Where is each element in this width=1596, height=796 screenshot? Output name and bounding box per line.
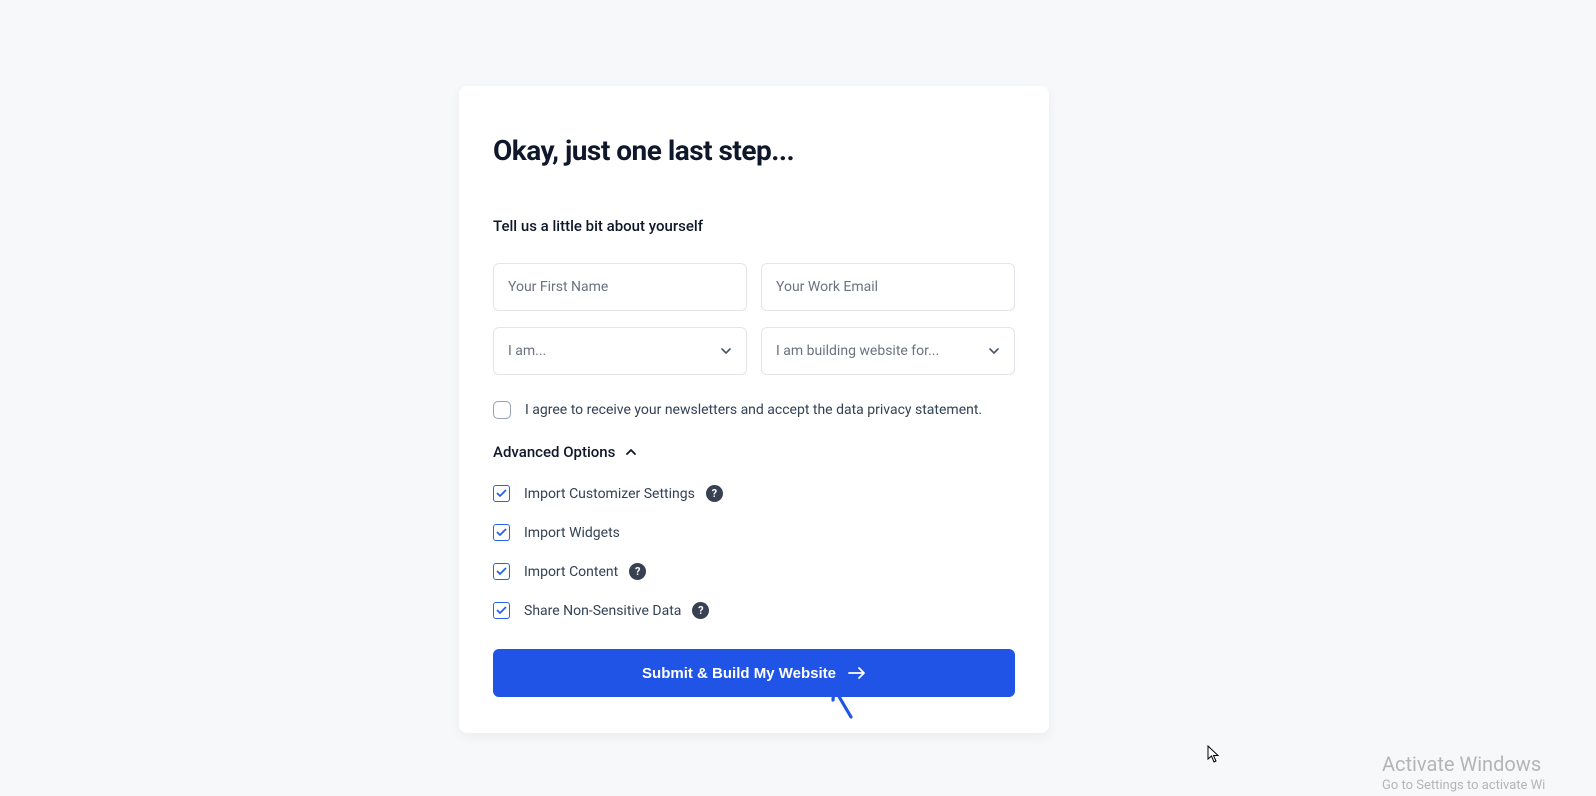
- option-label: Import Content: [524, 564, 618, 580]
- option-checkbox[interactable]: [493, 563, 510, 580]
- chevron-down-icon: [720, 345, 732, 357]
- email-input[interactable]: [761, 263, 1015, 311]
- consent-text: I agree to receive your newsletters and …: [525, 402, 982, 418]
- cursor-icon: [1207, 745, 1221, 763]
- arrow-right-icon: [848, 666, 866, 680]
- watermark-title: Activate Windows: [1382, 752, 1541, 776]
- building-for-select-label: I am building website for...: [776, 343, 939, 359]
- role-select-label: I am...: [508, 343, 546, 359]
- chevron-down-icon: [988, 345, 1000, 357]
- option-row: Import Content?: [493, 563, 1015, 580]
- option-row: Import Widgets: [493, 524, 1015, 541]
- help-icon[interactable]: ?: [629, 563, 646, 580]
- role-select[interactable]: I am...: [493, 327, 747, 375]
- form-card: Okay, just one last step... Tell us a li…: [459, 86, 1049, 733]
- advanced-options-toggle[interactable]: Advanced Options: [493, 443, 1015, 461]
- page-title: Okay, just one last step...: [493, 134, 1015, 167]
- checkmark-icon: [496, 566, 507, 577]
- option-label: Import Widgets: [524, 525, 620, 541]
- consent-row: I agree to receive your newsletters and …: [493, 401, 1015, 419]
- option-row: Import Customizer Settings?: [493, 485, 1015, 502]
- form-row-inputs: [493, 263, 1015, 311]
- first-name-input[interactable]: [493, 263, 747, 311]
- option-label: Import Customizer Settings: [524, 486, 695, 502]
- help-icon[interactable]: ?: [706, 485, 723, 502]
- option-checkbox[interactable]: [493, 602, 510, 619]
- form-row-selects: I am... I am building website for...: [493, 327, 1015, 375]
- option-row: Share Non-Sensitive Data?: [493, 602, 1015, 619]
- option-checkbox[interactable]: [493, 524, 510, 541]
- submit-button[interactable]: Submit & Build My Website: [493, 649, 1015, 697]
- checkmark-icon: [496, 527, 507, 538]
- advanced-options-label: Advanced Options: [493, 443, 615, 461]
- page-subtitle: Tell us a little bit about yourself: [493, 217, 1015, 235]
- annotation-arrow-icon: [827, 683, 857, 719]
- submit-button-label: Submit & Build My Website: [642, 665, 836, 682]
- option-label: Share Non-Sensitive Data: [524, 603, 681, 619]
- building-for-select[interactable]: I am building website for...: [761, 327, 1015, 375]
- option-checkbox[interactable]: [493, 485, 510, 502]
- checkmark-icon: [496, 605, 507, 616]
- chevron-up-icon: [625, 446, 637, 458]
- options-container: Import Customizer Settings? Import Widget…: [493, 485, 1015, 619]
- help-icon[interactable]: ?: [692, 602, 709, 619]
- checkmark-icon: [496, 488, 507, 499]
- watermark-subtitle: Go to Settings to activate Wi: [1382, 778, 1545, 793]
- consent-checkbox[interactable]: [493, 401, 511, 419]
